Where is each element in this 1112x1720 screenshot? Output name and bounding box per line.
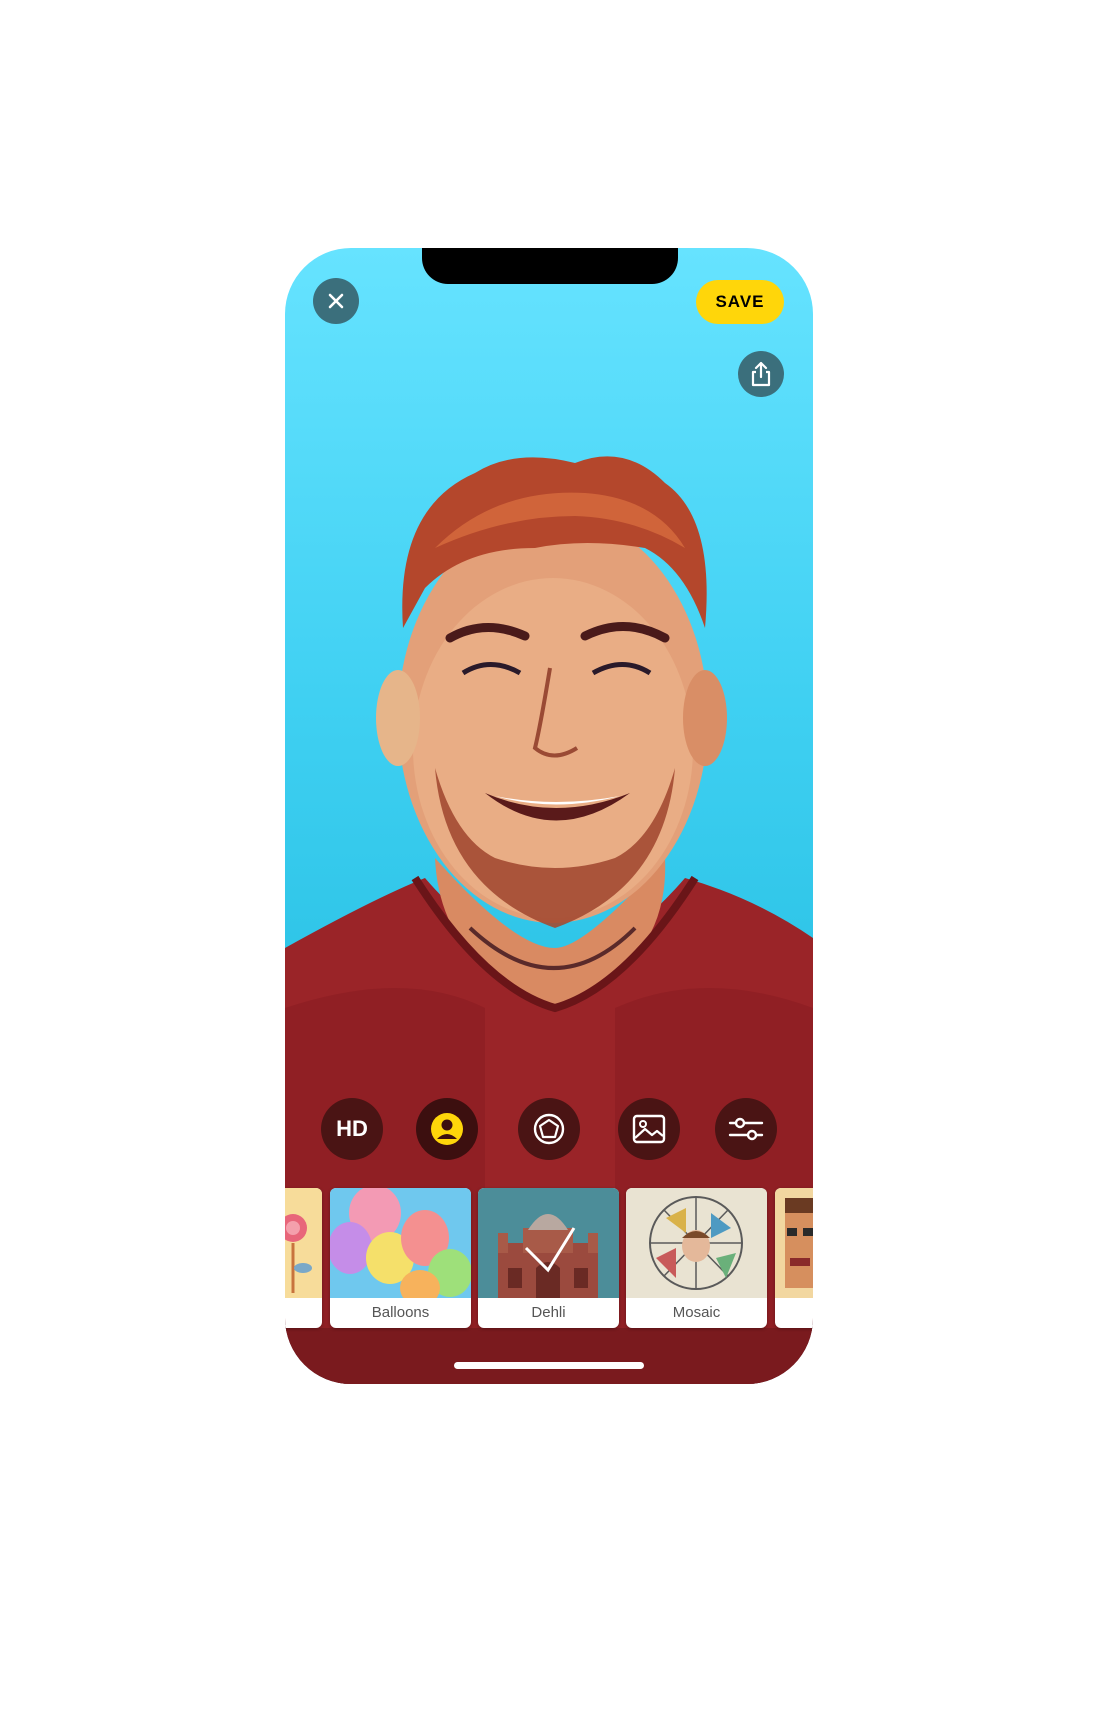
tool-bar: HD — [285, 1098, 813, 1160]
style-label: Mosaic — [672, 1304, 721, 1321]
style-card-flower[interactable] — [285, 1188, 322, 1328]
hd-label: HD — [336, 1116, 368, 1141]
pixel-face-thumbnail — [775, 1188, 813, 1298]
balloons-thumbnail — [330, 1188, 471, 1298]
hd-button[interactable]: HD — [321, 1098, 383, 1160]
close-button[interactable] — [313, 278, 359, 324]
style-card-balloons[interactable]: Balloons — [330, 1188, 471, 1328]
style-label — [285, 1298, 322, 1328]
bottom-bar — [285, 1328, 813, 1384]
share-icon — [751, 361, 771, 387]
sliders-icon — [728, 1117, 764, 1141]
style-card-dehli[interactable]: Dehli — [478, 1188, 619, 1328]
pentagon-icon — [533, 1113, 565, 1145]
image-icon — [632, 1114, 666, 1144]
person-icon — [431, 1113, 463, 1145]
phone-notch — [422, 248, 678, 284]
effects-tool-button[interactable] — [518, 1098, 580, 1160]
home-indicator[interactable] — [454, 1362, 644, 1369]
background-tool-button[interactable] — [618, 1098, 680, 1160]
share-button[interactable] — [738, 351, 784, 397]
close-icon — [328, 293, 344, 309]
style-card-pixel[interactable] — [775, 1188, 813, 1328]
save-button[interactable]: SAVE — [696, 280, 784, 324]
mosaic-thumbnail — [626, 1188, 767, 1298]
style-label: Balloons — [371, 1304, 430, 1321]
style-label — [775, 1298, 813, 1328]
style-label: Dehli — [531, 1304, 566, 1321]
dehli-thumbnail — [478, 1188, 619, 1298]
flower-thumbnail — [285, 1188, 322, 1298]
adjust-tool-button[interactable] — [715, 1098, 777, 1160]
style-carousel: Balloons Dehli Mosaic — [285, 1188, 813, 1328]
phone-screen: SAVE HD Balloons Dehli Mosaic — [285, 248, 813, 1384]
style-card-mosaic[interactable]: Mosaic — [626, 1188, 767, 1328]
portrait-tool-button[interactable] — [416, 1098, 478, 1160]
